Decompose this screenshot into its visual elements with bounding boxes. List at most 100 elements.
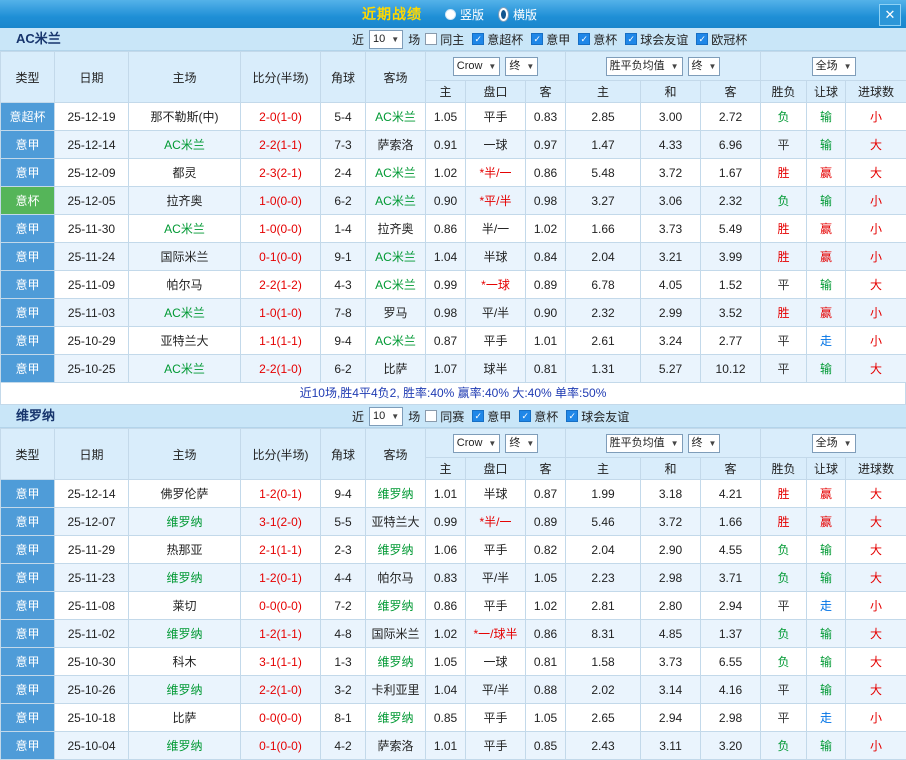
games-label: 场	[408, 31, 420, 48]
filter-checkbox-同赛[interactable]: 同赛	[425, 408, 464, 425]
avg-group-header: 胜平负均值 ▼ 终 ▼	[566, 429, 761, 458]
radio-selected-icon	[498, 7, 509, 22]
result-handicap: 输	[807, 732, 846, 760]
avg-draw-odds: 4.05	[641, 271, 701, 299]
filter-checkbox-欧冠杯[interactable]: ✓欧冠杯	[696, 31, 747, 48]
odds-away: 1.02	[526, 592, 566, 620]
fulltime-group-header: 全场 ▼	[761, 429, 906, 458]
odds-home: 1.04	[426, 676, 466, 704]
filter-label: 意杯	[593, 31, 617, 48]
result-outcome: 平	[761, 355, 807, 383]
col-goals-result: 进球数	[846, 458, 906, 480]
filter-checkbox-球会友谊[interactable]: ✓球会友谊	[625, 31, 688, 48]
handicap-line: *一/球半	[466, 620, 526, 648]
chevron-down-icon: ▼	[526, 60, 534, 73]
filter-checkbox-同主[interactable]: 同主	[425, 31, 464, 48]
avg-draw-odds: 4.85	[641, 620, 701, 648]
chevron-down-icon: ▼	[526, 437, 534, 450]
bookmaker-select[interactable]: Crow ▼	[453, 57, 501, 76]
filter-checkbox-意甲[interactable]: ✓意甲	[531, 31, 570, 48]
col-date: 日期	[55, 52, 129, 103]
odds-away: 0.82	[526, 536, 566, 564]
avg-draw-odds: 3.73	[641, 215, 701, 243]
odds-home: 0.98	[426, 299, 466, 327]
bookmaker-select[interactable]: Crow ▼	[453, 434, 501, 453]
avg-home-odds: 1.47	[566, 131, 641, 159]
match-date: 25-11-30	[55, 215, 129, 243]
col-away: 客场	[366, 52, 426, 103]
result-outcome: 胜	[761, 299, 807, 327]
layout-option-horizontal[interactable]: 横版	[498, 6, 537, 23]
avg-period-value: 终	[692, 437, 703, 450]
match-type-badge: 意甲	[1, 732, 55, 760]
match-count-select[interactable]: 10 ▼	[369, 407, 403, 426]
score-halftime: 2-2(1-2)	[241, 271, 321, 299]
avg-away-odds: 1.37	[701, 620, 761, 648]
corners: 7-8	[321, 299, 366, 327]
result-outcome: 平	[761, 327, 807, 355]
avg-home-odds: 2.32	[566, 299, 641, 327]
filter-checkbox-球会友谊[interactable]: ✓球会友谊	[566, 408, 629, 425]
score-halftime: 2-2(1-1)	[241, 131, 321, 159]
result-handicap: 赢	[807, 480, 846, 508]
score-halftime: 2-0(1-0)	[241, 103, 321, 131]
odds-period-select[interactable]: 终 ▼	[505, 434, 538, 453]
match-row: 意甲25-12-14佛罗伦萨1-2(0-1)9-4维罗纳1.01半球0.871.…	[1, 480, 906, 508]
odds-home: 0.91	[426, 131, 466, 159]
result-goals: 小	[846, 592, 906, 620]
handicap-line: 平/半	[466, 676, 526, 704]
fulltime-select[interactable]: 全场 ▼	[812, 434, 856, 453]
away-team: 萨索洛	[366, 131, 426, 159]
layout-option-vertical[interactable]: 竖版	[445, 6, 484, 23]
home-team: 帕尔马	[129, 271, 241, 299]
odds-group-header: Crow ▼ 终 ▼	[426, 52, 566, 81]
avg-draw-odds: 3.73	[641, 648, 701, 676]
checkbox-checked-icon: ✓	[472, 33, 484, 45]
corners: 2-3	[321, 536, 366, 564]
result-goals: 小	[846, 187, 906, 215]
odds-home: 1.05	[426, 648, 466, 676]
fulltime-value: 全场	[816, 60, 838, 73]
avg-away-odds: 6.55	[701, 648, 761, 676]
filter-checkbox-意杯[interactable]: ✓意杯	[519, 408, 558, 425]
match-type-badge: 意甲	[1, 564, 55, 592]
result-outcome: 胜	[761, 159, 807, 187]
fulltime-select[interactable]: 全场 ▼	[812, 57, 856, 76]
corners: 1-4	[321, 215, 366, 243]
odds-period-select[interactable]: 终 ▼	[505, 57, 538, 76]
filter-checkbox-意甲[interactable]: ✓意甲	[472, 408, 511, 425]
odds-away: 1.05	[526, 564, 566, 592]
score-halftime: 2-2(1-0)	[241, 676, 321, 704]
handicap-line: 球半	[466, 355, 526, 383]
result-goals: 大	[846, 159, 906, 187]
close-button[interactable]: ✕	[879, 4, 901, 26]
away-team: AC米兰	[366, 271, 426, 299]
chevron-down-icon: ▼	[488, 437, 496, 450]
filter-label: 同赛	[440, 408, 464, 425]
result-handicap: 输	[807, 103, 846, 131]
avg-period-select[interactable]: 终 ▼	[688, 434, 721, 453]
near-label: 近	[352, 408, 364, 425]
avg-type-select[interactable]: 胜平负均值 ▼	[606, 57, 683, 76]
match-count-select[interactable]: 10 ▼	[369, 30, 403, 49]
avg-type-select[interactable]: 胜平负均值 ▼	[606, 434, 683, 453]
corners: 4-3	[321, 271, 366, 299]
bookmaker-value: Crow	[457, 60, 483, 73]
away-team: 维罗纳	[366, 592, 426, 620]
filter-label: 球会友谊	[640, 31, 688, 48]
team-section-verona: 维罗纳 近 10 ▼ 场 同赛✓意甲✓意杯✓球会友谊 类型	[0, 405, 906, 760]
avg-home-odds: 8.31	[566, 620, 641, 648]
filter-checkbox-意杯[interactable]: ✓意杯	[578, 31, 617, 48]
home-team: 国际米兰	[129, 243, 241, 271]
filter-checkbox-意超杯[interactable]: ✓意超杯	[472, 31, 523, 48]
match-date: 25-10-26	[55, 676, 129, 704]
avg-away-odds: 4.16	[701, 676, 761, 704]
avg-period-select[interactable]: 终 ▼	[688, 57, 721, 76]
match-type-badge: 意甲	[1, 704, 55, 732]
result-handicap: 输	[807, 564, 846, 592]
chevron-down-icon: ▼	[391, 410, 399, 423]
away-team: AC米兰	[366, 103, 426, 131]
corners: 7-2	[321, 592, 366, 620]
checkbox-unchecked-icon	[425, 33, 437, 45]
match-row: 意甲25-12-07维罗纳3-1(2-0)5-5亚特兰大0.99*半/一0.89…	[1, 508, 906, 536]
